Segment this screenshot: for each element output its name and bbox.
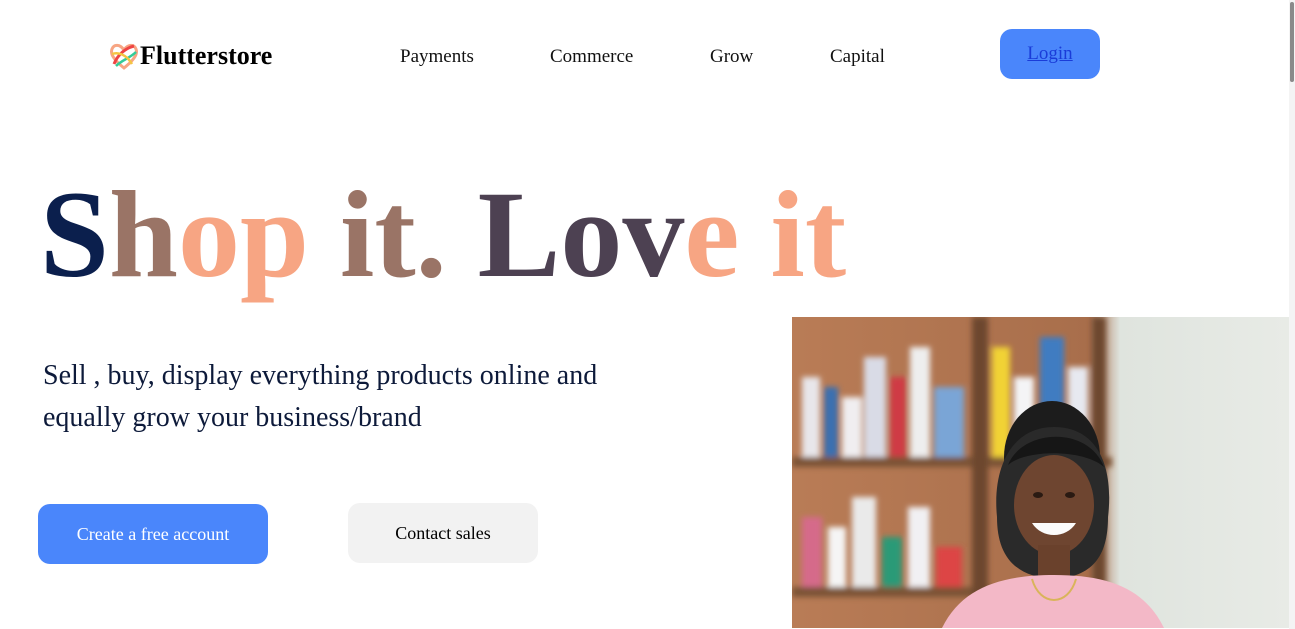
headline-letter <box>739 166 770 303</box>
headline-letter: i <box>339 166 375 303</box>
nav-item-payments[interactable]: Payments <box>400 46 474 68</box>
smiling-pharmacist-photo <box>792 317 1289 628</box>
login-button[interactable]: Login <box>1000 29 1100 79</box>
headline-letter: t <box>804 166 847 303</box>
hero-subtext: Sell , buy, display everything products … <box>43 360 598 433</box>
contact-sales-button[interactable]: Contact sales <box>348 503 538 563</box>
headline-letter: . <box>415 166 447 303</box>
headline-letter: h <box>108 166 178 303</box>
headline-letter: p <box>239 166 309 303</box>
headline-text: Shop it. Love it <box>40 166 846 303</box>
nav-item-grow[interactable]: Grow <box>710 46 753 68</box>
scrollbar-thumb[interactable] <box>1290 2 1294 82</box>
headline-letter: v <box>622 166 685 303</box>
headline-letter: L <box>477 166 561 303</box>
headline-letter: S <box>40 166 109 303</box>
headline-letter: i <box>770 166 805 303</box>
main-nav: Payments Commerce Grow Capital <box>0 46 1295 76</box>
headline-letter <box>309 166 340 303</box>
headline-letter: e <box>684 166 740 303</box>
headline-letter: t <box>374 166 416 303</box>
nav-item-commerce[interactable]: Commerce <box>550 46 633 68</box>
headline-letter: o <box>560 166 623 303</box>
nav-item-capital[interactable]: Capital <box>830 46 885 68</box>
headline-letter <box>447 166 478 303</box>
hero-headline: Shop it. Love it <box>40 160 846 310</box>
headline-letter: o <box>177 166 240 303</box>
create-account-button[interactable]: Create a free account <box>38 504 268 564</box>
page-scrollbar[interactable] <box>1289 0 1295 629</box>
